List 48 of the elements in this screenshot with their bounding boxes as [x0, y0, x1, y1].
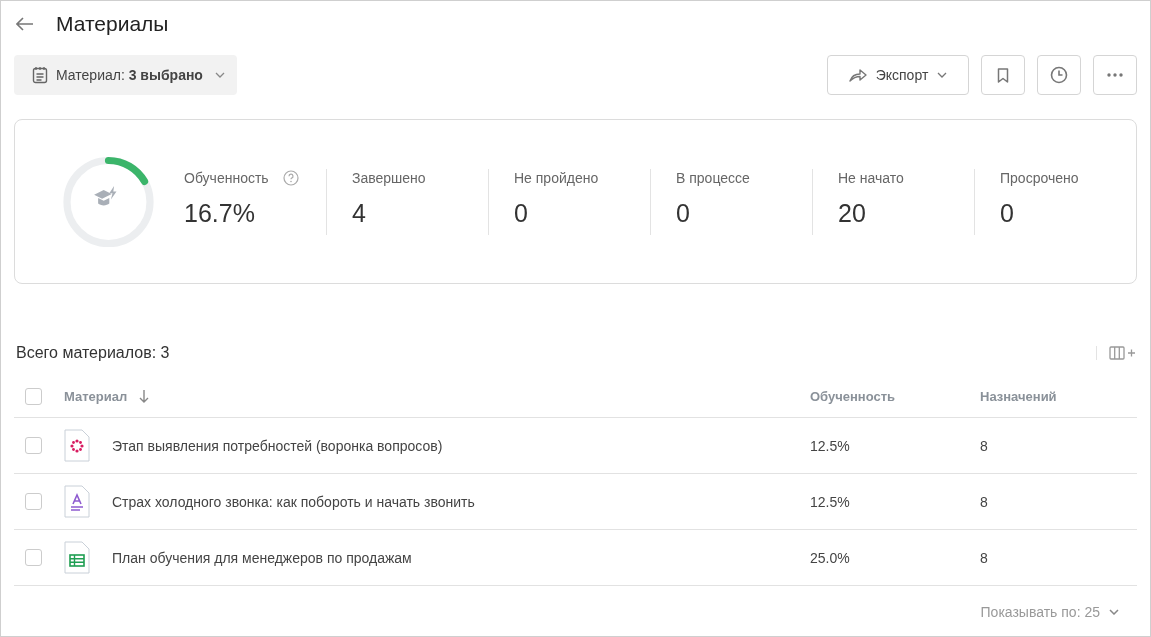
stat-label: В процессе — [676, 169, 750, 186]
bookmark-button[interactable] — [981, 55, 1025, 95]
progress-cell: 12.5% — [810, 437, 850, 454]
notepad-icon — [32, 66, 48, 84]
page-title: Материалы — [56, 12, 169, 36]
chevron-down-icon — [1109, 609, 1119, 615]
help-icon[interactable] — [282, 169, 299, 186]
stat-value: 20 — [838, 198, 867, 228]
more-button[interactable] — [1093, 55, 1137, 95]
stat-label: Обученность — [184, 169, 269, 186]
quiz-file-icon — [64, 429, 90, 462]
more-icon — [1107, 73, 1123, 77]
material-name[interactable]: Страх холодного звонка: как побороть и начать звонить — [112, 493, 475, 510]
chevron-down-icon — [214, 72, 225, 78]
spreadsheet-file-icon — [64, 541, 90, 574]
share-arrow-icon — [848, 68, 867, 82]
stat-value: 0 — [514, 198, 529, 228]
stat-label: Не начато — [838, 169, 904, 186]
add-column-icon[interactable] — [1096, 346, 1137, 360]
stat-value: 0 — [676, 198, 691, 228]
bookmark-icon — [997, 67, 1009, 83]
progress-cell: 12.5% — [810, 493, 850, 510]
material-name[interactable]: План обучения для менеджеров по продажам — [112, 549, 412, 566]
stat-label: Завершено — [352, 169, 426, 186]
history-button[interactable] — [1037, 55, 1081, 95]
export-button[interactable]: Экспорт — [827, 55, 969, 95]
row-checkbox[interactable] — [25, 493, 42, 510]
stat-value: 16.7% — [184, 198, 256, 228]
assignments-cell: 8 — [980, 493, 988, 510]
clock-icon — [1050, 66, 1068, 84]
material-filter-button[interactable]: Материал: 3 выбрано — [14, 55, 237, 95]
select-all-checkbox[interactable] — [25, 388, 42, 405]
stat-value: 0 — [1000, 198, 1015, 228]
text-file-icon — [64, 485, 90, 518]
row-checkbox[interactable] — [25, 549, 42, 566]
chevron-down-icon — [937, 72, 948, 78]
stat-label: Просрочено — [1000, 169, 1079, 186]
graduation-cap-icon — [94, 185, 117, 205]
row-checkbox[interactable] — [25, 437, 42, 454]
assignments-cell: 8 — [980, 549, 988, 566]
material-name[interactable]: Этап выявления потребностей (воронка вопросов) — [112, 437, 443, 454]
progress-cell: 25.0% — [810, 549, 850, 566]
back-arrow-icon[interactable] — [16, 17, 34, 31]
stat-value: 4 — [352, 198, 367, 228]
table-title: Всего материалов: 3 — [16, 344, 170, 362]
sort-arrow-down-icon[interactable] — [139, 390, 150, 403]
stat-label: Не пройдено — [514, 169, 599, 186]
assignments-cell: 8 — [980, 437, 988, 454]
